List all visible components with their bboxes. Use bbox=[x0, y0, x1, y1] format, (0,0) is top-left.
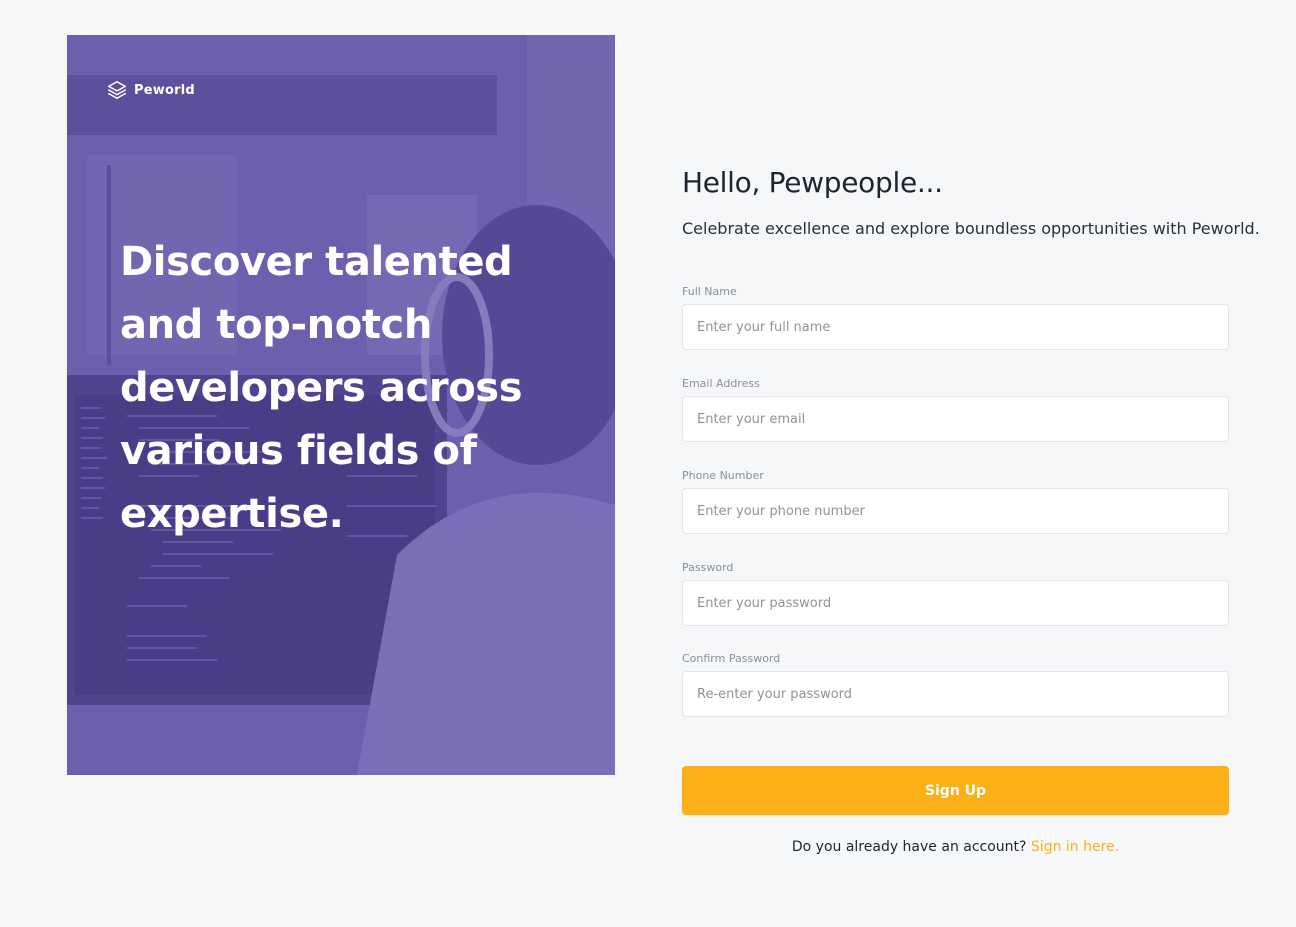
confirm-password-field-group: Confirm Password bbox=[682, 652, 1229, 717]
signin-prompt-text: Do you already have an account? bbox=[791, 839, 1027, 855]
page-subtitle: Celebrate excellence and explore boundle… bbox=[682, 219, 1260, 238]
brand-name: Peworld bbox=[134, 82, 195, 98]
sign-in-link[interactable]: Sign in here. bbox=[1031, 839, 1119, 855]
email-field-group: Email Address bbox=[682, 377, 1229, 442]
signin-prompt-line: Do you already have an account? Sign in … bbox=[682, 839, 1229, 855]
layers-icon bbox=[108, 81, 126, 99]
full-name-label: Full Name bbox=[682, 285, 737, 298]
password-field-group: Password bbox=[682, 561, 1229, 626]
password-label: Password bbox=[682, 561, 734, 574]
phone-label: Phone Number bbox=[682, 469, 764, 482]
phone-input[interactable] bbox=[682, 488, 1229, 534]
sign-up-button[interactable]: Sign Up bbox=[682, 766, 1229, 815]
full-name-field-group: Full Name bbox=[682, 285, 1229, 350]
brand-logo[interactable]: Peworld bbox=[106, 79, 195, 101]
confirm-password-input[interactable] bbox=[682, 671, 1229, 717]
password-input[interactable] bbox=[682, 580, 1229, 626]
email-label: Email Address bbox=[682, 377, 760, 390]
phone-field-group: Phone Number bbox=[682, 469, 1229, 534]
register-form: Hello, Pewpeople... Celebrate excellence… bbox=[682, 160, 1260, 855]
hero-headline: Discover talented and top-notch develope… bbox=[120, 239, 523, 537]
register-page: Peworld Discover talented and top-notch … bbox=[0, 0, 1296, 927]
confirm-password-label: Confirm Password bbox=[682, 652, 781, 665]
email-input[interactable] bbox=[682, 396, 1229, 442]
page-title: Hello, Pewpeople... bbox=[682, 166, 943, 199]
hero-panel: Peworld Discover talented and top-notch … bbox=[67, 35, 615, 775]
full-name-input[interactable] bbox=[682, 304, 1229, 350]
